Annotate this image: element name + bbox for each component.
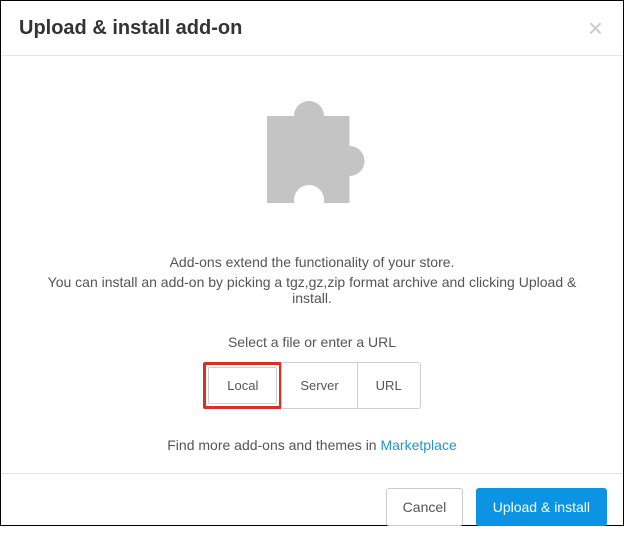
cancel-button[interactable]: Cancel (386, 488, 464, 526)
puzzle-icon (237, 86, 387, 236)
local-button[interactable]: Local (208, 367, 277, 404)
modal-body: Add-ons extend the functionality of your… (1, 56, 623, 473)
source-button-group: Local Server URL (203, 362, 420, 409)
server-button[interactable]: Server (281, 362, 357, 409)
marketplace-link[interactable]: Marketplace (380, 437, 456, 453)
marketplace-prefix: Find more add-ons and themes in (167, 437, 380, 453)
url-button[interactable]: URL (357, 362, 421, 409)
upload-install-button[interactable]: Upload & install (476, 488, 607, 526)
select-file-label: Select a file or enter a URL (228, 334, 396, 350)
marketplace-text: Find more add-ons and themes in Marketpl… (167, 437, 457, 453)
close-icon[interactable]: × (588, 15, 603, 41)
local-highlight: Local (203, 362, 282, 409)
modal-title: Upload & install add-on (19, 17, 242, 40)
modal-header: Upload & install add-on × (1, 1, 623, 56)
modal-footer: Cancel Upload & install (1, 473, 623, 540)
description-line-2: You can install an add-on by picking a t… (31, 274, 593, 306)
description-line-1: Add-ons extend the functionality of your… (170, 254, 455, 270)
